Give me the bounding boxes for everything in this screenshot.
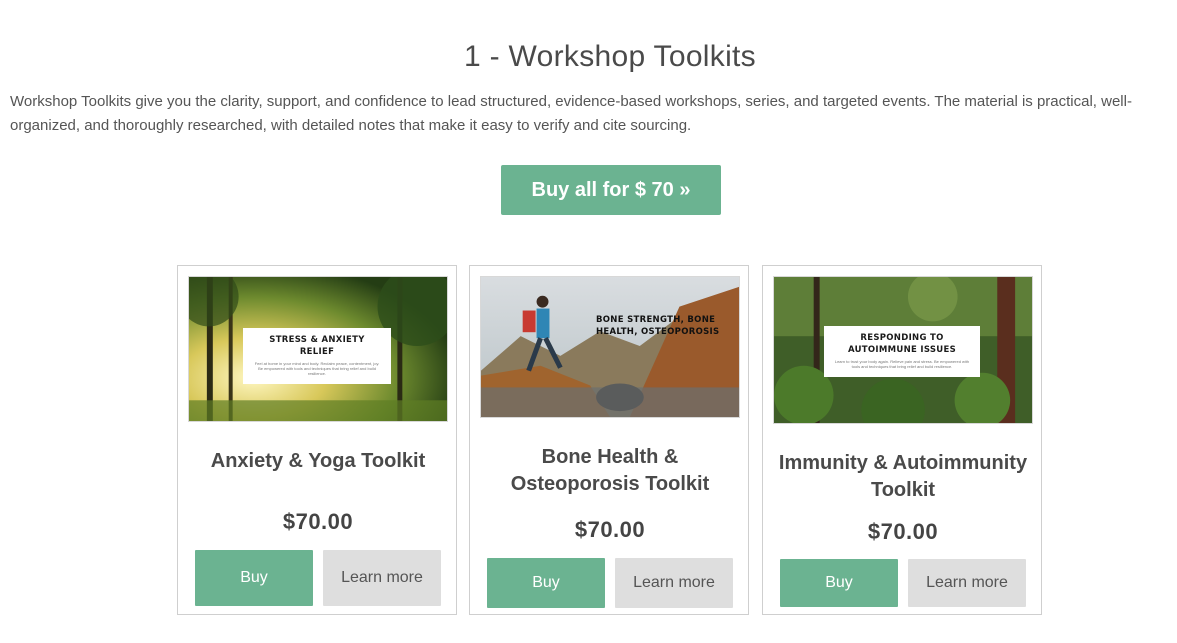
product-price: $70.00 (574, 517, 646, 542)
learn-more-button[interactable]: Learn more (615, 558, 733, 608)
mountain-hiker-image (481, 277, 739, 417)
learn-more-button[interactable]: Learn more (323, 550, 441, 606)
learn-more-button[interactable]: Learn more (908, 559, 1026, 607)
product-name[interactable]: Anxiety & Yoga Toolkit (188, 448, 448, 475)
product-card-immunity: RESPONDING TO AUTOIMMUNE ISSUES Learn to… (762, 265, 1042, 615)
product-name[interactable]: Immunity & Autoimmunity Toolkit (773, 450, 1033, 504)
buy-button[interactable]: Buy (195, 550, 313, 606)
image-banner: BONE STRENGTH, BONE HEALTH, OSTEOPOROSIS (596, 315, 720, 337)
image-banner: RESPONDING TO AUTOIMMUNE ISSUES Learn to… (824, 326, 980, 377)
product-card-bone-health: BONE STRENGTH, BONE HEALTH, OSTEOPOROSIS… (469, 265, 749, 615)
buy-all-button[interactable]: Buy all for $ 70 » (501, 165, 721, 215)
product-card-anxiety: STRESS & ANXIETY RELIEF Feel at home in … (177, 265, 457, 615)
image-banner: STRESS & ANXIETY RELIEF Feel at home in … (243, 328, 391, 384)
buy-button[interactable]: Buy (487, 558, 605, 608)
product-price: $70.00 (282, 509, 354, 534)
page-title: 1 - Workshop Toolkits (464, 40, 756, 73)
product-price: $70.00 (867, 519, 939, 544)
intro-text: Workshop Toolkits give you the clarity, … (10, 93, 1132, 134)
buy-button[interactable]: Buy (780, 559, 898, 607)
product-image-bone-health[interactable] (480, 276, 740, 418)
product-name[interactable]: Bone Health & Osteoporosis Toolkit (480, 444, 740, 498)
